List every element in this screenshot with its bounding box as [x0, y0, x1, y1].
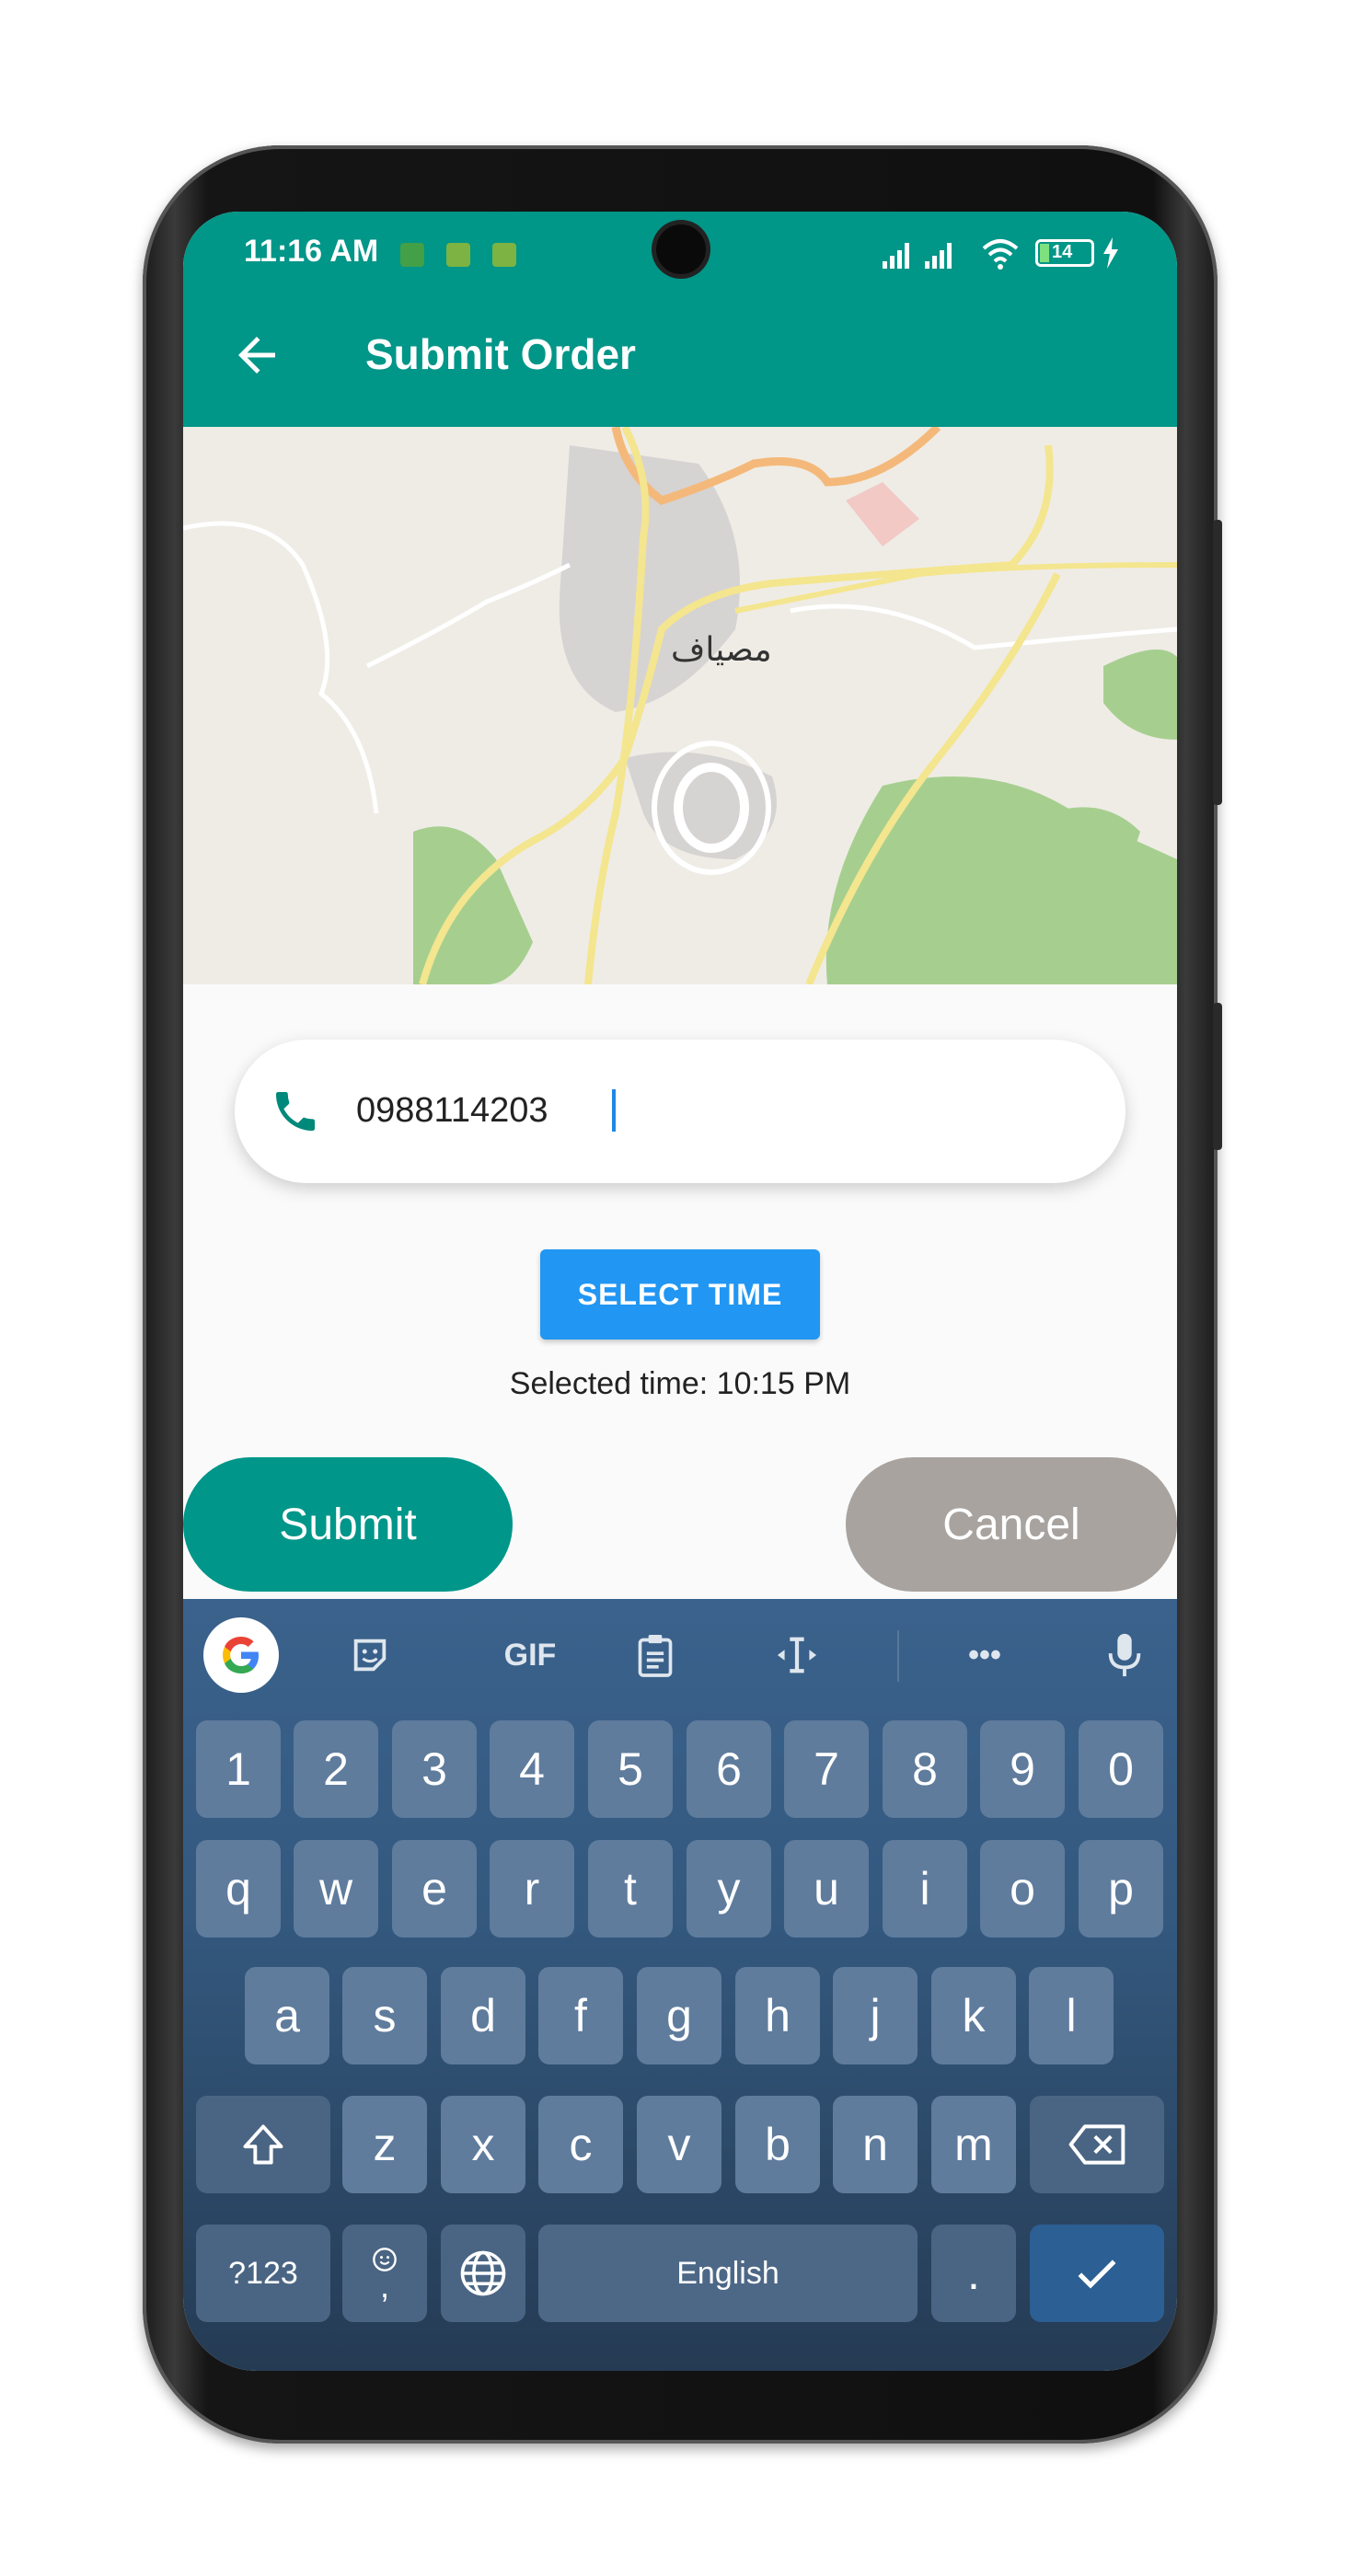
globe-icon — [460, 2250, 506, 2296]
key-2[interactable]: 2 — [294, 1720, 378, 1818]
shift-key[interactable] — [196, 2096, 330, 2193]
key-k[interactable]: k — [931, 1967, 1016, 2064]
google-icon[interactable] — [203, 1617, 279, 1693]
text-cursor — [612, 1089, 616, 1132]
map-view[interactable]: مصياف — [183, 427, 1177, 984]
key-h[interactable]: h — [735, 1967, 820, 2064]
key-l[interactable]: l — [1029, 1967, 1114, 2064]
front-camera — [656, 224, 706, 274]
cancel-button[interactable]: Cancel — [846, 1457, 1177, 1592]
clipboard-icon[interactable] — [621, 1621, 689, 1689]
key-u[interactable]: u — [784, 1840, 869, 1938]
key-p[interactable]: p — [1079, 1840, 1163, 1938]
key-m[interactable]: m — [931, 2096, 1016, 2193]
key-9[interactable]: 9 — [980, 1720, 1065, 1818]
screen: 11:16 AM 14 Submit Order مصياف 098811420… — [183, 212, 1177, 2371]
space-key[interactable]: English — [538, 2225, 918, 2322]
download-notification-icon — [400, 243, 424, 267]
key-5[interactable]: 5 — [588, 1720, 673, 1818]
backspace-key[interactable] — [1030, 2096, 1164, 2193]
key-4[interactable]: 4 — [490, 1720, 574, 1818]
selected-time-text: Selected time: 10:15 PM — [509, 1366, 851, 1401]
key-f[interactable]: f — [538, 1967, 623, 2064]
wifi-icon — [982, 239, 1019, 270]
key-0[interactable]: 0 — [1079, 1720, 1163, 1818]
status-bar: 11:16 AM 14 — [183, 212, 1177, 285]
key-n[interactable]: n — [833, 2096, 918, 2193]
key-w[interactable]: w — [294, 1840, 378, 1938]
toolbar-divider — [897, 1630, 899, 1682]
charging-icon — [1103, 237, 1118, 269]
battery-level: 14 — [1052, 242, 1073, 262]
key-1[interactable]: 1 — [196, 1720, 281, 1818]
back-arrow-icon[interactable] — [229, 328, 284, 383]
key-3[interactable]: 3 — [392, 1720, 477, 1818]
microphone-icon[interactable] — [1091, 1621, 1159, 1689]
shift-icon — [243, 2124, 283, 2165]
select-time-button[interactable]: SELECT TIME — [540, 1249, 820, 1340]
comma-label: , — [379, 2267, 389, 2305]
language-key[interactable] — [441, 2225, 525, 2322]
key-r[interactable]: r — [490, 1840, 574, 1938]
key-d[interactable]: d — [441, 1967, 525, 2064]
backspace-icon — [1068, 2124, 1125, 2165]
key-c[interactable]: c — [538, 2096, 623, 2193]
key-g[interactable]: g — [637, 1967, 721, 2064]
sticker-icon[interactable] — [336, 1621, 404, 1689]
keyboard-toolbar: GIF ••• — [183, 1599, 1177, 1709]
key-i[interactable]: i — [883, 1840, 967, 1938]
map-place-label: مصياف — [671, 631, 772, 669]
app-bar: Submit Order — [183, 285, 1177, 427]
android-notification-icon — [492, 243, 516, 267]
key-7[interactable]: 7 — [784, 1720, 869, 1818]
volume-button — [1213, 520, 1222, 805]
period-key[interactable]: . — [931, 2225, 1016, 2322]
phone-icon — [276, 1092, 315, 1131]
key-8[interactable]: 8 — [883, 1720, 967, 1818]
emoji-comma-key[interactable]: , — [342, 2225, 427, 2322]
text-cursor-icon[interactable] — [763, 1621, 831, 1689]
power-button — [1213, 1003, 1222, 1150]
more-options-icon[interactable]: ••• — [951, 1621, 1019, 1689]
gif-button[interactable]: GIF — [479, 1621, 581, 1689]
enter-key[interactable] — [1030, 2225, 1164, 2322]
key-y[interactable]: y — [687, 1840, 771, 1938]
key-v[interactable]: v — [637, 2096, 721, 2193]
phone-number-field[interactable] — [235, 1040, 1125, 1183]
submit-button[interactable]: Submit — [183, 1457, 513, 1592]
key-e[interactable]: e — [392, 1840, 477, 1938]
key-q[interactable]: q — [196, 1840, 281, 1938]
key-s[interactable]: s — [342, 1967, 427, 2064]
map-tiles — [183, 427, 1177, 984]
phone-number-input[interactable] — [354, 1076, 1076, 1144]
key-o[interactable]: o — [980, 1840, 1065, 1938]
status-time: 11:16 AM — [244, 234, 379, 269]
page-title: Submit Order — [365, 330, 636, 378]
checkmark-icon — [1078, 2260, 1116, 2289]
key-6[interactable]: 6 — [687, 1720, 771, 1818]
key-a[interactable]: a — [245, 1967, 329, 2064]
signal-icon — [883, 243, 952, 269]
android-notification-icon — [446, 243, 470, 267]
soft-keyboard: GIF ••• 1 2 3 4 5 6 7 8 9 0 q w e r t y … — [183, 1599, 1177, 2371]
key-x[interactable]: x — [441, 2096, 525, 2193]
key-t[interactable]: t — [588, 1840, 673, 1938]
key-z[interactable]: z — [342, 2096, 427, 2193]
key-j[interactable]: j — [833, 1967, 918, 2064]
key-b[interactable]: b — [735, 2096, 820, 2193]
symbols-key[interactable]: ?123 — [196, 2225, 330, 2322]
battery-icon: 14 — [1035, 239, 1094, 267]
